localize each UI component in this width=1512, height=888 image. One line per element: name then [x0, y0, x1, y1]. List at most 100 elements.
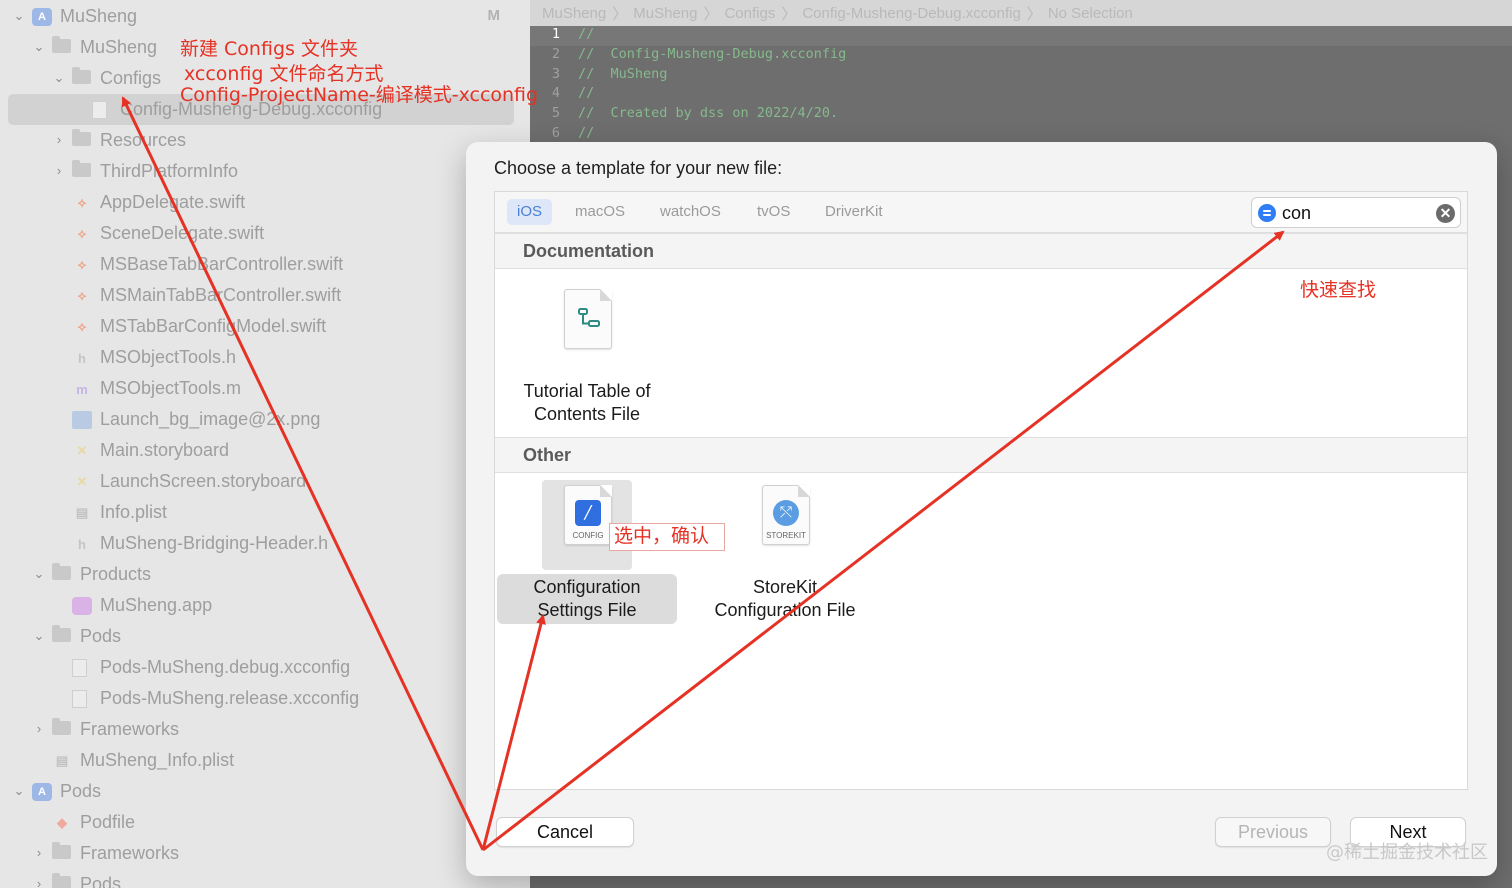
chevron-right-icon[interactable]: › — [32, 846, 46, 860]
navigator-item-label: MSMainTabBarController.swift — [100, 285, 342, 305]
navigator-row[interactable]: ▤ Info.plist — [0, 497, 530, 528]
navigator-row[interactable]: ⟡ AppDelegate.swift — [0, 187, 530, 218]
navigator-row[interactable]: ⟡ SceneDelegate.swift — [0, 218, 530, 249]
code-text: // Config-Musheng-Debug.xcconfig — [578, 45, 847, 62]
xcconfig-file-icon — [72, 659, 87, 677]
chevron-right-icon[interactable]: › — [52, 133, 66, 147]
cancel-button[interactable]: Cancel — [496, 817, 634, 847]
sheet-title: Choose a template for your new file: — [494, 158, 783, 178]
code-text: // Created by dss on 2022/4/20. — [578, 105, 839, 122]
new-file-template-sheet: Choose a template for your new file: iOS… — [466, 142, 1497, 876]
navigator-item-label: Info.plist — [100, 502, 168, 522]
template-label: Configuration Settings File — [497, 574, 677, 624]
navigator-item-label: Pods — [80, 874, 122, 888]
jump-bar[interactable]: MuSheng 〉 MuSheng 〉 Configs 〉 Config-Musheng-D… — [530, 0, 1512, 26]
swift-file-icon: ⟡ — [77, 288, 87, 303]
code-text: // — [578, 85, 595, 102]
chevron-down-icon[interactable]: ⌄ — [12, 9, 26, 23]
navigator-row[interactable]: ⟡ MSBaseTabBarController.swift — [0, 249, 530, 280]
navigator-row[interactable]: m MSObjectTools.m — [0, 373, 530, 404]
navigator-row[interactable]: ✕ Main.storyboard — [0, 435, 530, 466]
breadcrumb-item[interactable]: Configs — [724, 5, 775, 22]
tab-watchos[interactable]: watchOS — [650, 199, 731, 225]
clear-search-icon[interactable]: ✕ — [1436, 204, 1455, 223]
line-number: 6 — [551, 125, 560, 141]
project-icon: A — [32, 783, 52, 801]
navigator-row[interactable]: ⌄ A MuSheng M — [0, 1, 530, 32]
navigator-row[interactable]: Pods-MuSheng.release.xcconfig — [0, 683, 530, 714]
navigator-item-label: Configs — [100, 68, 162, 88]
code-line[interactable]: 4// — [530, 85, 594, 105]
navigator-item-label: ThirdPlatformInfo — [100, 161, 239, 181]
previous-button[interactable]: Previous — [1215, 817, 1331, 847]
navigator-row[interactable]: MuSheng.app — [0, 590, 530, 621]
navigator-row[interactable]: ⌄ Pods — [0, 621, 530, 652]
code-line[interactable]: 1 // — [530, 26, 1512, 46]
navigator-row[interactable]: ⟡ MSTabBarConfigModel.swift — [0, 311, 530, 342]
navigator-row[interactable]: › Frameworks — [0, 838, 530, 869]
breadcrumb-item[interactable]: MuSheng — [542, 5, 606, 22]
navigator-row[interactable]: h MuSheng-Bridging-Header.h — [0, 528, 530, 559]
chevron-down-icon[interactable]: ⌄ — [32, 40, 46, 54]
template-storekit-configuration[interactable]: ⤲ STOREKIT StoreKit Configuration File — [693, 480, 877, 624]
template-tutorial-toc[interactable]: Tutorial Table of Contents File — [497, 284, 677, 428]
navigator-item-label: MSBaseTabBarController.swift — [100, 254, 344, 274]
navigator-item-label: MSTabBarConfigModel.swift — [100, 316, 327, 336]
modified-badge: M — [487, 7, 501, 24]
line-number: 2 — [551, 45, 560, 62]
folder-icon — [52, 842, 71, 859]
annotation-quick-search: 快速查找 — [1300, 279, 1377, 301]
navigator-item-label: AppDelegate.swift — [100, 192, 246, 212]
chevron-down-icon[interactable]: ⌄ — [52, 71, 66, 85]
template-filter-input[interactable] — [1282, 202, 1422, 224]
xcconfig-file-icon — [92, 101, 107, 119]
tab-driverkit[interactable]: DriverKit — [815, 199, 893, 225]
chevron-down-icon[interactable]: ⌄ — [32, 629, 46, 643]
swift-file-icon: ⟡ — [77, 226, 87, 241]
objc-file-icon: m — [76, 381, 88, 397]
navigator-row[interactable]: ◆ Podfile — [0, 807, 530, 838]
navigator-row[interactable]: › Pods — [0, 869, 530, 888]
navigator-row[interactable]: ⌄ A Pods — [0, 776, 530, 807]
navigator-row[interactable]: ✕ LaunchScreen.storyboard — [0, 466, 530, 497]
navigator-row[interactable]: ⌄ Products — [0, 559, 530, 590]
chevron-right-icon[interactable]: › — [52, 164, 66, 178]
plist-icon: ▤ — [75, 505, 89, 520]
navigator-item-label: LaunchScreen.storyboard — [100, 471, 307, 491]
breadcrumb-item[interactable]: Config-Musheng-Debug.xcconfig — [802, 5, 1020, 22]
navigator-row[interactable]: Pods-MuSheng.debug.xcconfig — [0, 652, 530, 683]
toc-file-icon — [542, 284, 632, 374]
navigator-row[interactable]: › Resources — [0, 125, 530, 156]
navigator-row[interactable]: › ThirdPlatformInfo — [0, 156, 530, 187]
tab-macos[interactable]: macOS — [565, 199, 635, 225]
section-other: Other — [495, 437, 1467, 473]
breadcrumb-item[interactable]: MuSheng — [633, 5, 697, 22]
navigator-item-label: Frameworks — [80, 719, 180, 739]
storyboard-icon: ✕ — [76, 474, 88, 489]
template-filter-field[interactable]: ✕ — [1251, 197, 1461, 228]
chevron-right-icon[interactable]: › — [32, 722, 46, 736]
navigator-row[interactable]: ⟡ MSMainTabBarController.swift — [0, 280, 530, 311]
code-line[interactable]: 2 // Config-Musheng-Debug.xcconfig — [530, 46, 846, 66]
breadcrumb-separator: 〉 — [1026, 5, 1042, 23]
chevron-down-icon[interactable]: ⌄ — [12, 784, 26, 798]
folder-icon — [52, 718, 71, 735]
folder-icon — [72, 67, 91, 84]
navigator-row[interactable]: h MSObjectTools.h — [0, 342, 530, 373]
breadcrumb-separator: 〉 — [703, 5, 719, 23]
navigator-row[interactable]: › Frameworks — [0, 714, 530, 745]
code-line[interactable]: 5 // Created by dss on 2022/4/20. — [530, 105, 838, 125]
navigator-row[interactable]: Launch_bg_image@2x.png — [0, 404, 530, 435]
tab-ios[interactable]: iOS — [507, 199, 553, 225]
chevron-down-icon[interactable]: ⌄ — [32, 567, 46, 581]
code-line[interactable]: 3// MuSheng — [530, 66, 668, 86]
template-configuration-settings[interactable]: / CONFIG Configuration Settings File — [497, 480, 677, 624]
breadcrumb-item[interactable]: No Selection — [1048, 5, 1133, 22]
navigator-item-label: Products — [80, 564, 152, 584]
chevron-right-icon[interactable]: › — [32, 877, 46, 888]
navigator-item-label: Pods-MuSheng.debug.xcconfig — [100, 657, 351, 677]
line-number: 1 — [551, 26, 560, 42]
folder-icon — [52, 873, 71, 888]
tab-tvos[interactable]: tvOS — [747, 199, 800, 225]
navigator-row[interactable]: ▤ MuSheng_Info.plist — [0, 745, 530, 776]
